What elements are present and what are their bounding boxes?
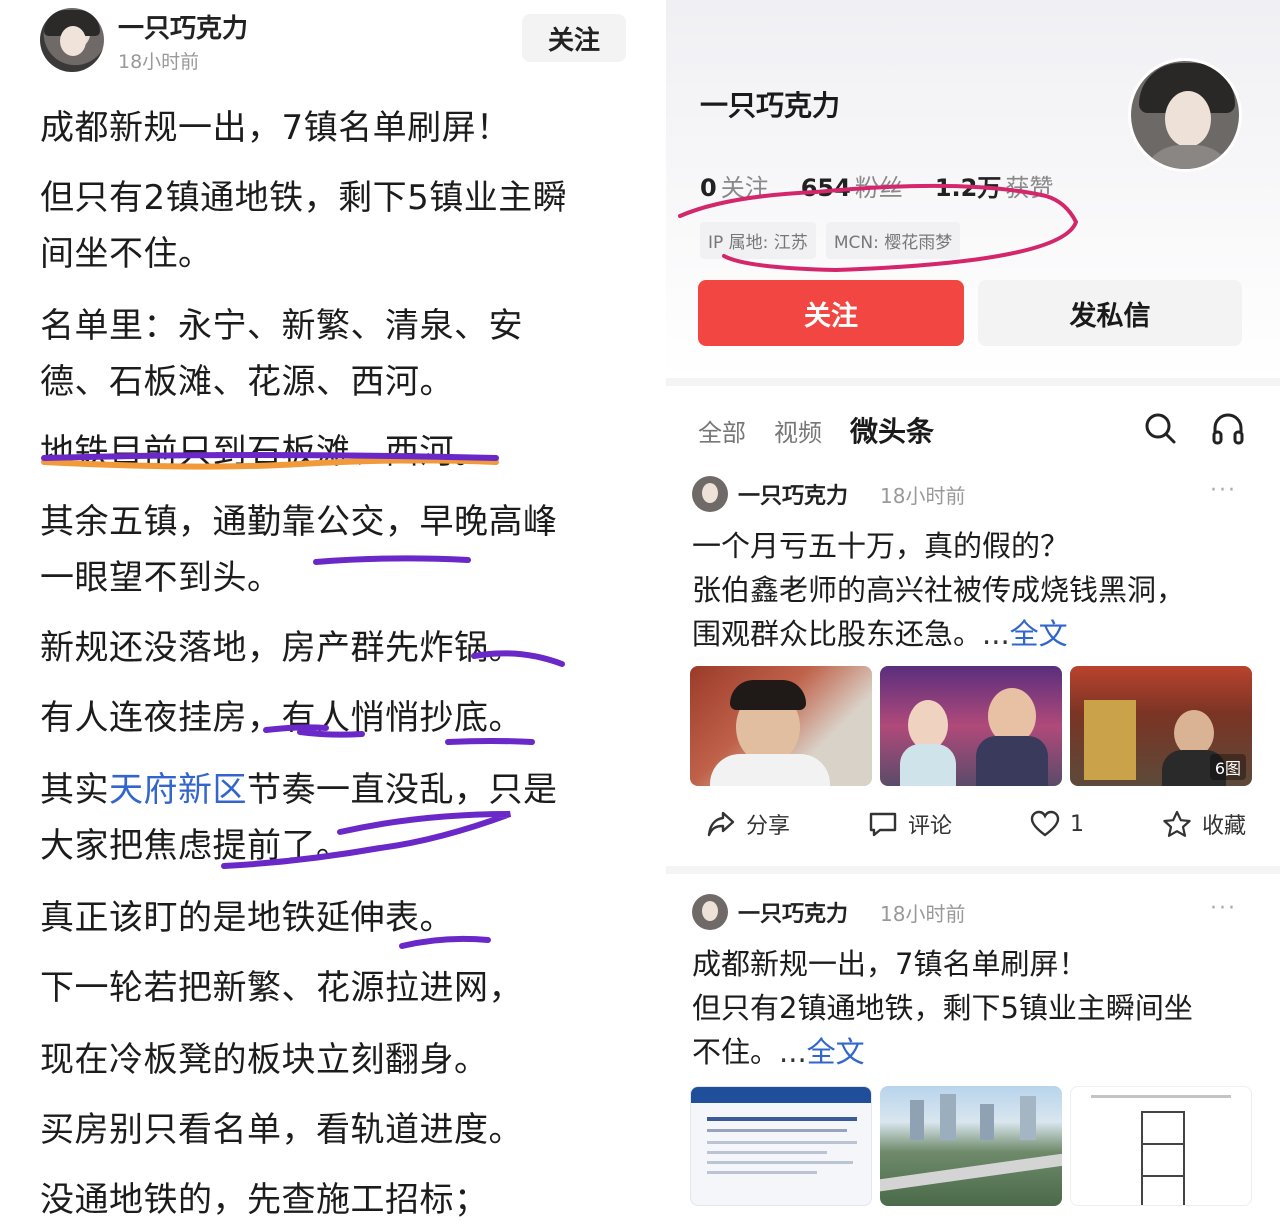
article-line: 有人连夜挂房，有人悄悄抄底。 (40, 698, 523, 738)
read-full-link[interactable]: 全文 (807, 1035, 865, 1069)
post-line-text: 围观群众比股东还急。 (692, 617, 983, 651)
post-line: 不住。...全文 (692, 1030, 1258, 1074)
post-line-text: 不住。 (692, 1035, 780, 1069)
post-image[interactable] (880, 1086, 1062, 1206)
article-line: 现在冷板凳的板块立刻翻身。 (40, 1040, 489, 1080)
post-line: 张伯鑫老师的高兴社被传成烧钱黑洞， (692, 573, 1186, 607)
article-line: 真正该盯的是地铁延伸表。 (40, 898, 454, 938)
article-line: 间坐不住。 (40, 234, 213, 274)
post-time: 18小时前 (880, 484, 966, 508)
article-text: 节奏一直没乱，只是 (247, 770, 558, 810)
comment-button[interactable]: 评论 (868, 808, 952, 840)
feed-post[interactable]: 一只巧克力 18小时前 ··· 一个月亏五十万，真的假的？ 张伯鑫老师的高兴社被… (666, 474, 1280, 864)
post-author-avatar[interactable] (692, 476, 728, 512)
article-line: 但只有2镇通地铁，剩下5镇业主瞬 (40, 178, 568, 218)
comment-label: 评论 (908, 814, 953, 839)
post-image[interactable] (1070, 1086, 1252, 1206)
share-icon (707, 811, 735, 837)
post-author-name[interactable]: 一只巧克力 (738, 478, 848, 510)
image-count-badge: 6图 (1209, 754, 1246, 780)
share-button[interactable]: 分享 (706, 808, 790, 840)
collect-button[interactable]: 收藏 (1162, 808, 1246, 840)
article-line: 名单里：永宁、新繁、清泉、安 (40, 306, 523, 346)
article-text: 其实 (40, 770, 109, 810)
ellipsis: ... (779, 1035, 807, 1069)
post-actions: 分享 评论 1 收藏 (706, 808, 1246, 840)
article-line: 下一轮若把新繁、花源拉进网， (40, 968, 523, 1008)
read-full-link[interactable]: 全文 (1010, 617, 1068, 651)
message-button[interactable]: 发私信 (978, 280, 1242, 346)
tab-video[interactable]: 视频 (774, 413, 822, 448)
collect-label: 收藏 (1201, 814, 1246, 839)
author-name[interactable]: 一只巧克力 (118, 8, 248, 45)
post-time: 18小时前 (118, 51, 200, 73)
article-line: 德、石板滩、花源、西河。 (40, 362, 454, 402)
more-options-icon[interactable]: ··· (1210, 896, 1237, 921)
profile-panel: 一只巧克力 0 关注 654 粉丝 1.2万 获赞 IP 属地: 江苏 MCN: 樱花… (666, 0, 1280, 1228)
star-icon (1163, 810, 1191, 837)
post-line: 但只有2镇通地铁，剩下5镇业主瞬间坐 (692, 991, 1193, 1025)
topic-link[interactable]: 天府新区 (109, 770, 247, 810)
annotation-underline (399, 935, 491, 949)
section-divider (666, 866, 1280, 874)
article-line: 新规还没落地，房产群先炸锅。 (40, 628, 523, 668)
headphones-icon[interactable] (1210, 410, 1246, 446)
search-icon[interactable] (1142, 410, 1178, 446)
like-count: 1 (1070, 811, 1084, 837)
post-image[interactable] (690, 666, 872, 786)
comment-icon (869, 812, 897, 837)
post-text: 成都新规一出，7镇名单刷屏！ 但只有2镇通地铁，剩下5镇业主瞬间坐 不住。...… (692, 942, 1258, 1074)
article-line: 一眼望不到头。 (40, 558, 282, 598)
heart-icon (1030, 810, 1060, 837)
section-divider (666, 378, 1280, 386)
post-line: 成都新规一出，7镇名单刷屏！ (692, 947, 1088, 981)
follow-button[interactable]: 关注 (522, 14, 626, 62)
post-image[interactable]: 6图 (1070, 666, 1252, 786)
post-text: 一个月亏五十万，真的假的？ 张伯鑫老师的高兴社被传成烧钱黑洞， 围观群众比股东还… (692, 524, 1258, 656)
article-line: 其余五镇，通勤靠公交，早晚高峰 (40, 502, 558, 542)
like-button[interactable]: 1 (1030, 810, 1084, 838)
ellipsis: ... (982, 617, 1010, 651)
share-label: 分享 (746, 814, 791, 839)
article-line: 成都新规一出，7镇名单刷屏！ (40, 108, 511, 148)
more-options-icon[interactable]: ··· (1210, 478, 1237, 503)
post-time: 18小时前 (880, 902, 966, 926)
post-line: 围观群众比股东还急。...全文 (692, 612, 1258, 656)
annotation-underline (445, 738, 535, 745)
article-line: 买房别只看名单，看轨道进度。 (40, 1110, 523, 1150)
content-tabs: 全部 视频 微头条 (698, 410, 934, 450)
annotation-circle (678, 183, 1079, 273)
article-line: 没通地铁的，先查施工招标； (40, 1180, 489, 1220)
post-images: 6图 (690, 666, 1252, 786)
author-avatar[interactable] (40, 8, 104, 72)
post-author-name[interactable]: 一只巧克力 (738, 896, 848, 928)
post-image[interactable] (690, 1086, 872, 1206)
post-line: 一个月亏五十万，真的假的？ (692, 529, 1070, 563)
article-line: 其实天府新区节奏一直没乱，只是 (40, 762, 558, 811)
post-image[interactable] (880, 666, 1062, 786)
post-images (690, 1086, 1252, 1206)
annotation-underline (313, 555, 471, 565)
article-panel: 一只巧克力 18小时前 关注 成都新规一出，7镇名单刷屏！ 但只有2镇通地铁，剩… (0, 0, 640, 1228)
follow-button[interactable]: 关注 (698, 280, 964, 346)
feed-post[interactable]: 一只巧克力 18小时前 ··· 成都新规一出，7镇名单刷屏！ 但只有2镇通地铁，… (666, 892, 1280, 1228)
article-line: 地铁目前只到石板滩、西河。 (40, 432, 489, 472)
tab-all[interactable]: 全部 (698, 413, 746, 448)
post-author-avatar[interactable] (692, 894, 728, 930)
tab-micro-posts[interactable]: 微头条 (850, 410, 934, 450)
article-line: 大家把焦虑提前了。 (40, 826, 351, 866)
